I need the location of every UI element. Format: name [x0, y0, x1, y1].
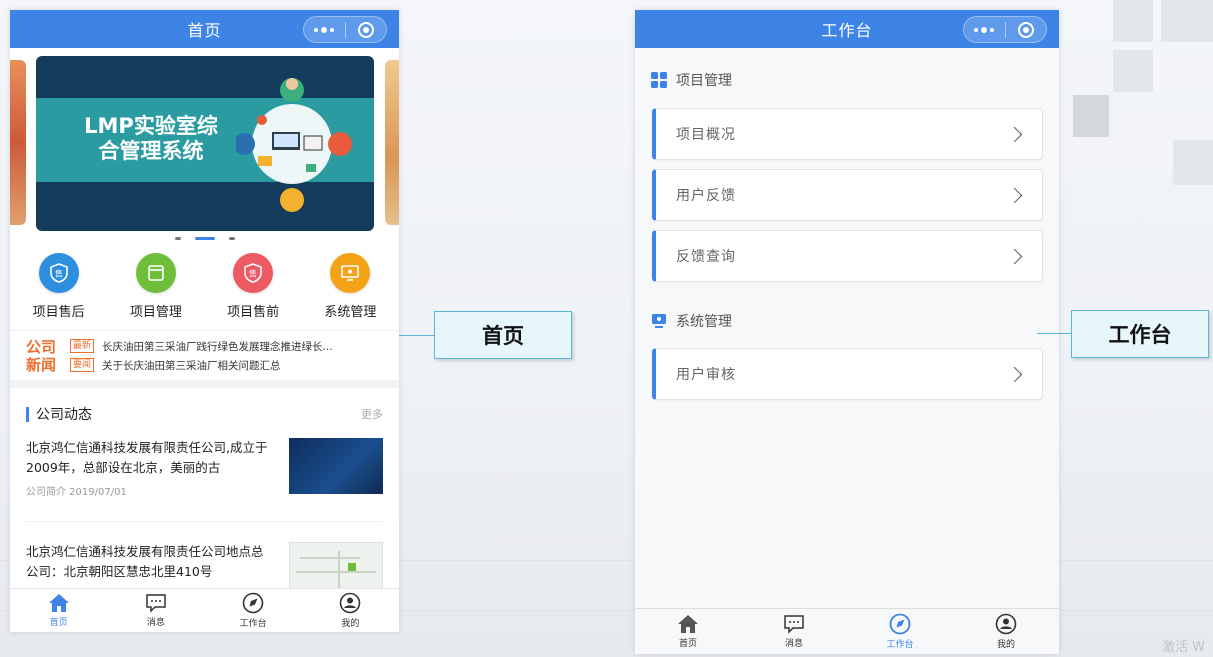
- news-thumbnail: [289, 438, 383, 494]
- target-icon: [1017, 21, 1034, 38]
- workbench-navbar: 工作台: [635, 10, 1059, 48]
- section-header: 公司动态 更多: [26, 404, 383, 424]
- shield-icon: 售: [233, 253, 274, 293]
- callout-workbench: 工作台: [1071, 310, 1209, 358]
- chevron-right-icon: [1006, 248, 1023, 264]
- entry-pre-sales[interactable]: 售 项目售前: [205, 253, 302, 323]
- tab-workbench[interactable]: 工作台: [847, 609, 953, 654]
- chevron-right-icon: [1006, 366, 1023, 382]
- banner-slide[interactable]: LMP实验室综 合管理系统: [36, 56, 374, 231]
- news-tag: 要闻: [70, 358, 95, 372]
- message-icon: [784, 615, 804, 634]
- entry-after-sales[interactable]: 售 项目售后: [10, 253, 107, 323]
- tab-mine[interactable]: 我的: [953, 609, 1059, 654]
- ticker-item[interactable]: 要闻 关于长庆油田第三采油厂相关问题汇总: [70, 358, 333, 373]
- more-link[interactable]: 更多: [361, 406, 383, 422]
- entry-system-management[interactable]: 系统管理: [302, 253, 399, 323]
- section-title: 公司动态: [36, 407, 92, 423]
- company-news-ticker[interactable]: 公司 新闻 最新 长庆油田第三采油厂践行绿色发展理念推进绿长... 要闻 关于长…: [10, 330, 399, 388]
- tab-bar: 首页 消息 工作台 我的: [635, 608, 1059, 654]
- news-title: 北京鸿仁信通科技发展有限责任公司,成立于2009年，总部设在北京，美丽的古: [26, 440, 268, 475]
- svg-text:售: 售: [55, 269, 63, 279]
- monitor-icon: [652, 314, 666, 328]
- banner-carousel[interactable]: LMP实验室综 合管理系统: [10, 48, 399, 248]
- shield-icon: 售: [38, 253, 79, 293]
- section-project-management: 项目管理: [651, 70, 732, 90]
- news-tag: 最新: [70, 339, 95, 353]
- home-navbar: 首页: [10, 10, 399, 48]
- more-dots-icon: [314, 26, 335, 33]
- carousel-indicator: [10, 237, 399, 240]
- more-button[interactable]: [304, 17, 345, 42]
- capsule-menu[interactable]: [963, 16, 1047, 43]
- entry-project-management[interactable]: 项目管理: [107, 253, 204, 323]
- more-button[interactable]: [964, 17, 1005, 42]
- home-screen: 首页 LMP实验室综 合管理系统 售 项目售后 项目管理 售 项目售前 系统管理…: [10, 10, 399, 632]
- menu-item-user-feedback[interactable]: 用户反馈: [652, 169, 1043, 221]
- quick-entry-grid: 售 项目售后 项目管理 售 项目售前 系统管理: [10, 253, 399, 323]
- news-meta: 公司简介 2019/07/01: [26, 487, 127, 498]
- tab-messages[interactable]: 消息: [741, 609, 847, 654]
- watermark: 激活 W: [1162, 640, 1205, 655]
- menu-item-feedback-query[interactable]: 反馈查询: [652, 230, 1043, 282]
- navigation-icon: [242, 592, 264, 614]
- capsule-menu[interactable]: [303, 16, 387, 43]
- tab-messages[interactable]: 消息: [107, 589, 204, 632]
- home-icon: [678, 615, 698, 633]
- grid-icon: [651, 72, 667, 88]
- section-title: 系统管理: [676, 314, 732, 330]
- chevron-right-icon: [1006, 126, 1023, 142]
- banner-next-slide: [385, 60, 399, 225]
- ticker-brand: 公司 新闻: [26, 337, 57, 374]
- user-icon: [995, 613, 1017, 635]
- target-icon: [357, 21, 374, 38]
- close-miniapp-button[interactable]: [346, 17, 387, 42]
- banner-prev-slide: [10, 60, 26, 225]
- menu-item-user-review[interactable]: 用户审核: [652, 348, 1043, 400]
- news-title: 北京鸿仁信通科技发展有限责任公司地点总公司：北京朝阳区慧忠北里410号: [26, 544, 264, 579]
- list-item[interactable]: 北京鸿仁信通科技发展有限责任公司,成立于2009年，总部设在北京，美丽的古 公司…: [26, 438, 383, 498]
- user-icon: [340, 592, 361, 614]
- monitor-icon: [330, 253, 371, 293]
- tab-mine[interactable]: 我的: [302, 589, 399, 632]
- more-dots-icon: [974, 26, 995, 33]
- message-icon: [146, 594, 166, 613]
- tab-home[interactable]: 首页: [10, 589, 107, 632]
- tab-bar: 首页 消息 工作台 我的: [10, 588, 399, 632]
- section-title: 项目管理: [676, 73, 732, 89]
- page-title: 首页: [187, 21, 222, 40]
- window-icon: [135, 253, 176, 293]
- workbench-screen: 工作台 项目管理 项目概况 用户反馈 反馈查询 系统管理 用户审核 首页 消息 …: [635, 10, 1059, 654]
- ticker-item[interactable]: 最新 长庆油田第三采油厂践行绿色发展理念推进绿长...: [70, 339, 333, 354]
- home-icon: [48, 594, 69, 612]
- menu-item-project-overview[interactable]: 项目概况: [652, 108, 1043, 160]
- banner-title: LMP实验室综 合管理系统: [84, 114, 218, 163]
- teamwork-illustration-icon: [236, 78, 352, 212]
- section-system-management: 系统管理: [651, 311, 732, 331]
- close-miniapp-button[interactable]: [1006, 17, 1047, 42]
- page-title: 工作台: [821, 21, 873, 40]
- tab-workbench[interactable]: 工作台: [205, 589, 302, 632]
- svg-text:售: 售: [249, 269, 257, 279]
- chevron-right-icon: [1006, 187, 1023, 203]
- callout-home: 首页: [434, 311, 572, 359]
- navigation-icon: [889, 613, 911, 635]
- tab-home[interactable]: 首页: [635, 609, 741, 654]
